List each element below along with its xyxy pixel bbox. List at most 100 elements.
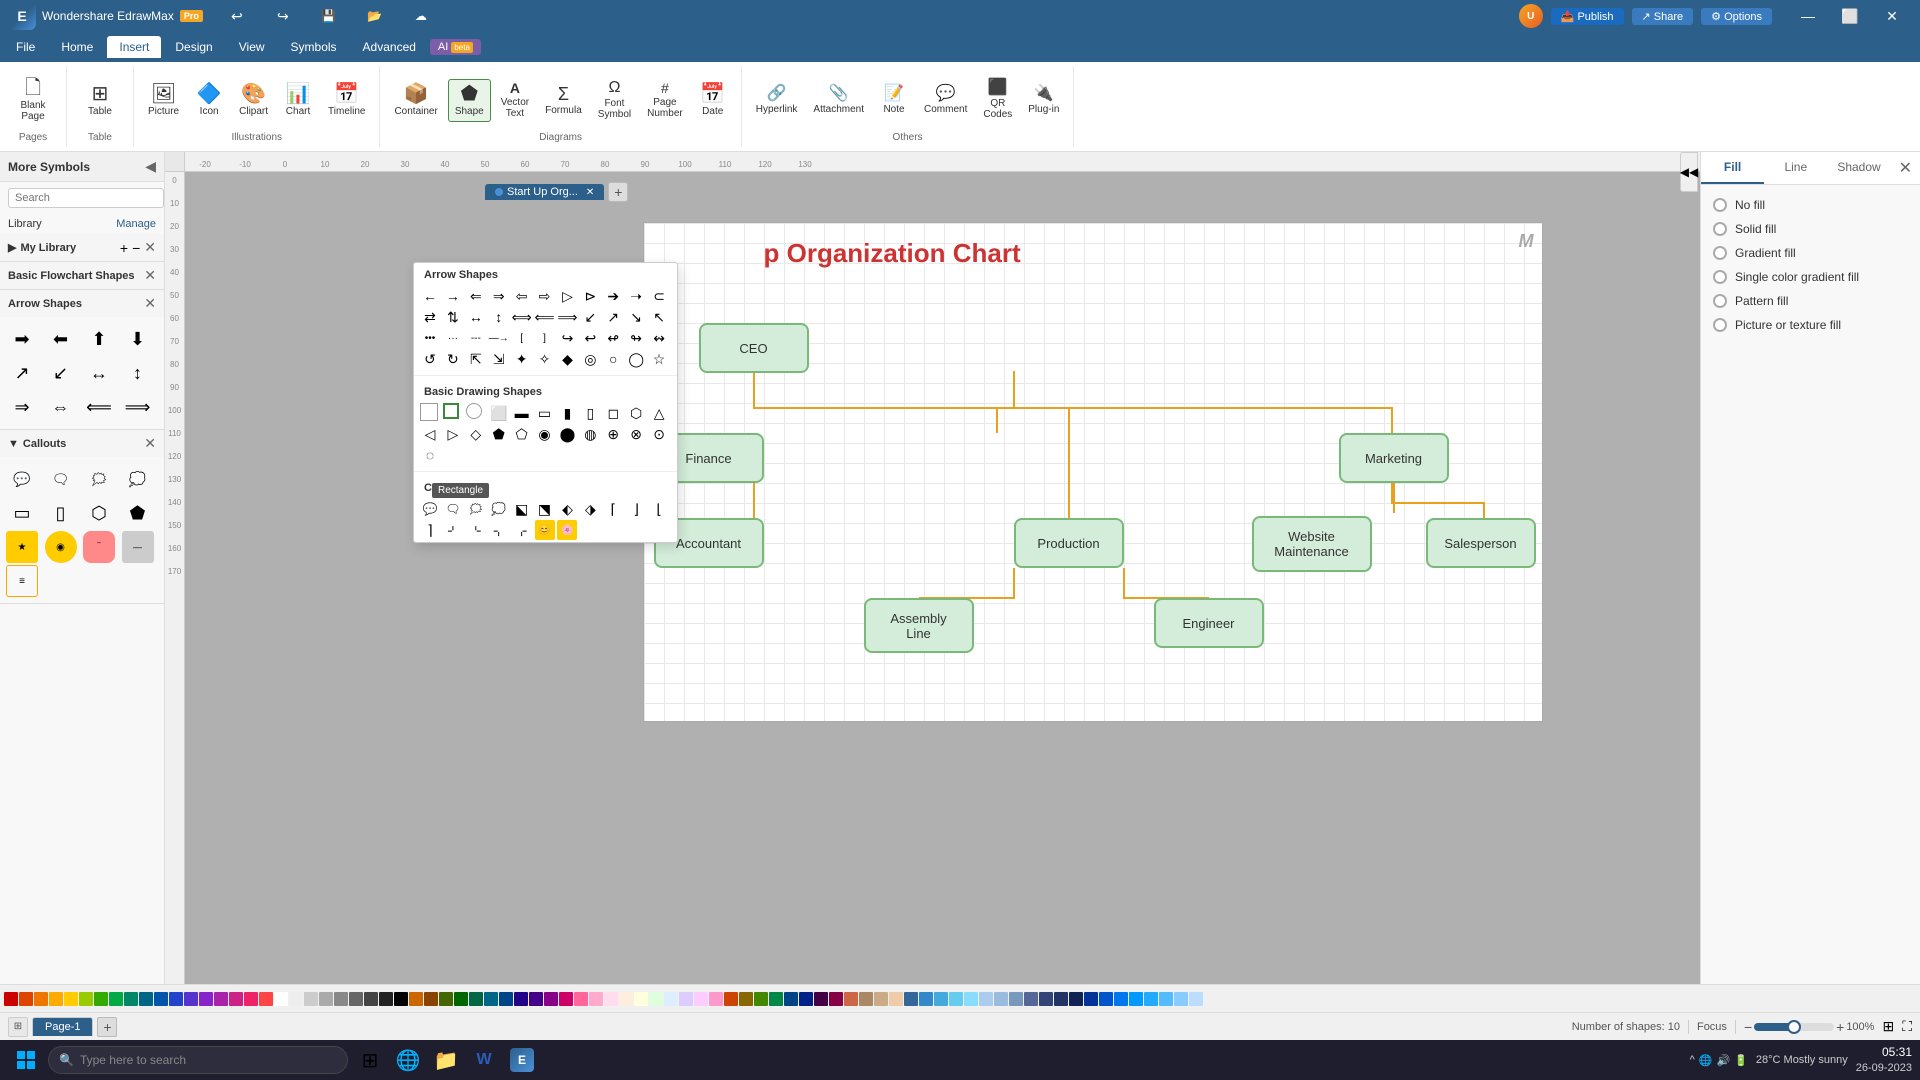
my-library-header[interactable]: ▶ My Library + − ✕ [0,234,164,261]
zoom-slider[interactable] [1754,1023,1834,1031]
popup-shape-circ3[interactable]: ◯ [626,349,646,369]
color-swatch-70[interactable] [1054,992,1068,1006]
color-swatch-71[interactable] [1069,992,1083,1006]
color-swatch-44[interactable] [664,992,678,1006]
close-callouts-btn[interactable]: ✕ [144,435,156,452]
popup-shape-cross2[interactable]: ✧ [535,349,555,369]
page-nav-icon[interactable]: ⊞ [8,1017,28,1037]
callout-4[interactable]: 💭 [122,463,154,495]
shape-arrow-5[interactable]: ↗ [6,357,38,389]
callout-8[interactable]: ⬟ [122,497,154,529]
edraw-taskbar-btn[interactable]: E [504,1042,540,1078]
page-number-btn[interactable]: # PageNumber [641,77,689,123]
popup-arrow-shape-16[interactable]: ⟺ [512,307,532,327]
callouts-header[interactable]: ▼ Callouts ✕ [0,430,164,457]
popup-arrow-shape-2[interactable]: → [443,286,463,306]
popup-callout-14[interactable]: ⌎ [466,520,486,540]
popup-arrow-shape-15[interactable]: ↕ [489,307,509,327]
page-tab-1[interactable]: Page-1 [32,1017,93,1036]
popup-basic-1[interactable] [420,403,438,421]
popup-shape-circ1[interactable]: ◎ [580,349,600,369]
color-swatch-8[interactable] [124,992,138,1006]
shape-arrow-2[interactable]: ⬅ [45,323,77,355]
taskbar-clock[interactable]: 05:31 26-09-2023 [1856,1044,1912,1076]
node-marketing[interactable]: Marketing [1339,433,1449,483]
shape-arrow-11[interactable]: ⟸ [83,391,115,423]
color-swatch-14[interactable] [214,992,228,1006]
fullscreen-btn[interactable]: ⛶ [1902,1018,1912,1035]
color-swatch-78[interactable] [1174,992,1188,1006]
color-swatch-15[interactable] [229,992,243,1006]
color-swatch-42[interactable] [634,992,648,1006]
popup-basic-21[interactable]: ⊗ [626,424,646,444]
shape-arrow-1[interactable]: ➡ [6,323,38,355]
color-swatch-32[interactable] [484,992,498,1006]
callout-7[interactable]: ⬡ [83,497,115,529]
zoom-out-btn[interactable]: − [1744,1019,1752,1035]
popup-shape-circ4[interactable]: ☆ [649,349,669,369]
shape-arrow-6[interactable]: ↙ [45,357,77,389]
taskview-btn[interactable]: ⊞ [352,1042,388,1078]
color-swatch-41[interactable] [619,992,633,1006]
popup-callout-13[interactable]: ⌏ [443,520,463,540]
fill-single-gradient-row[interactable]: Single color gradient fill [1709,265,1912,289]
popup-callout-12[interactable]: ⌉ [420,520,440,540]
fill-solid-row[interactable]: Solid fill [1709,217,1912,241]
popup-callout-10[interactable]: ⌋ [626,499,646,519]
color-swatch-31[interactable] [469,992,483,1006]
options-btn[interactable]: ⚙ Options [1701,8,1772,25]
popup-arrow-shape-20[interactable]: ↗ [603,307,623,327]
popup-callout-18[interactable]: 🌸 [557,520,577,540]
popup-shape-dot2[interactable]: ··· [443,328,463,348]
popup-arrow-shape-22[interactable]: ↖ [649,307,669,327]
node-assembly[interactable]: AssemblyLine [864,598,974,653]
shape-arrow-8[interactable]: ↕ [122,357,154,389]
popup-shape-bent1[interactable]: ↪ [557,328,577,348]
basic-flowchart-header[interactable]: Basic Flowchart Shapes ✕ [0,262,164,289]
popup-shape-bent3[interactable]: ↫ [603,328,623,348]
color-swatch-39[interactable] [589,992,603,1006]
color-swatch-72[interactable] [1084,992,1098,1006]
publish-btn[interactable]: 📤 Publish [1551,8,1624,25]
popup-callout-6[interactable]: ⬔ [535,499,555,519]
popup-basic-3[interactable] [466,403,482,419]
color-swatch-25[interactable] [379,992,393,1006]
color-swatch-21[interactable] [319,992,333,1006]
popup-arrow-shape-3[interactable]: ⇐ [466,286,486,306]
share-btn[interactable]: ↗ Share [1632,8,1694,25]
color-swatch-12[interactable] [184,992,198,1006]
right-panel-collapse-btn[interactable]: ◀◀ [1680,152,1698,192]
shape-arrow-9[interactable]: ⇒ [6,391,38,423]
date-btn[interactable]: 📅 Date [693,80,733,121]
shape-arrow-7[interactable]: ↔ [83,357,115,389]
popup-arrow-shape-8[interactable]: ⊳ [580,286,600,306]
menu-home[interactable]: Home [49,36,105,58]
windows-start-btn[interactable] [8,1042,44,1078]
color-swatch-11[interactable] [169,992,183,1006]
node-production[interactable]: Production [1014,518,1124,568]
node-ceo[interactable]: CEO [699,323,809,373]
color-swatch-57[interactable] [859,992,873,1006]
color-swatch-51[interactable] [769,992,783,1006]
color-swatch-59[interactable] [889,992,903,1006]
popup-arrow-shape-10[interactable]: ➝ [626,286,646,306]
color-swatch-43[interactable] [649,992,663,1006]
color-swatch-10[interactable] [154,992,168,1006]
color-swatch-6[interactable] [94,992,108,1006]
popup-basic-7[interactable]: ▮ [557,403,577,423]
color-swatch-55[interactable] [829,992,843,1006]
menu-view[interactable]: View [227,36,277,58]
color-swatch-63[interactable] [949,992,963,1006]
popup-arrow-shape-7[interactable]: ▷ [557,286,577,306]
popup-arrow-shape-17[interactable]: ⟸ [535,307,555,327]
node-engineer[interactable]: Engineer [1154,598,1264,648]
close-btn[interactable]: ✕ [1872,3,1912,29]
color-swatch-68[interactable] [1024,992,1038,1006]
attachment-btn[interactable]: 📎 Attachment [807,82,870,119]
popup-basic-13[interactable]: ▷ [443,424,463,444]
popup-basic-9[interactable]: ◻ [603,403,623,423]
color-swatch-38[interactable] [574,992,588,1006]
close-arrow-shapes-btn[interactable]: ✕ [144,295,156,312]
menu-advanced[interactable]: Advanced [351,36,428,58]
fill-tab[interactable]: Fill [1701,152,1764,184]
